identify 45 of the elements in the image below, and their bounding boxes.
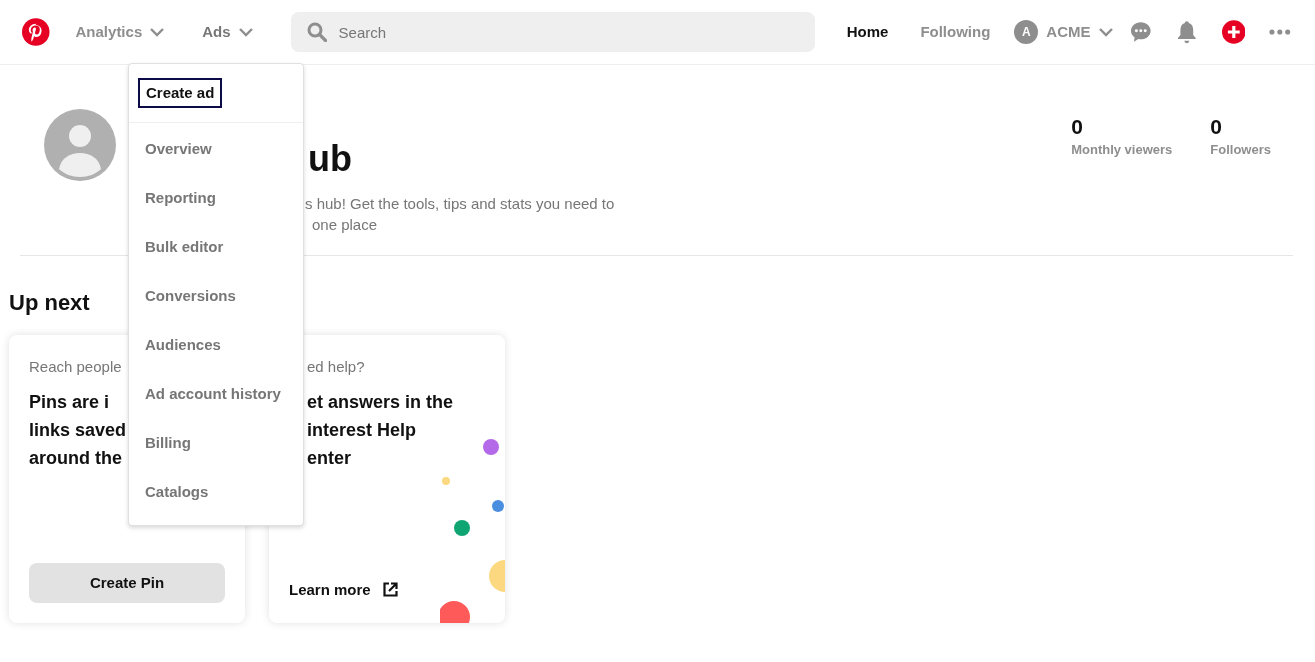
create-pin-button[interactable]: Create Pin bbox=[29, 563, 225, 603]
stat-value: 0 bbox=[1210, 114, 1223, 140]
page-title: ub bbox=[308, 137, 353, 181]
section-heading: Up next bbox=[9, 289, 90, 317]
menu-item[interactable]: Create ad bbox=[138, 77, 223, 109]
card-title: Pins are i bbox=[29, 391, 110, 414]
card-title: et answers in the bbox=[307, 391, 454, 414]
stat-label: Followers bbox=[1210, 141, 1271, 159]
more-icon[interactable] bbox=[1269, 29, 1291, 35]
chevron-down-icon bbox=[150, 27, 165, 37]
speech-bubble-icon[interactable] bbox=[1128, 20, 1153, 44]
menu-item[interactable]: Billing bbox=[143, 430, 193, 457]
stat-value: 0 bbox=[1071, 114, 1084, 140]
description-text: s hub! Get the tools, tips and stats you need to bbox=[305, 194, 615, 214]
menu-item[interactable]: Catalogs bbox=[143, 479, 211, 506]
avatar-icon bbox=[44, 109, 116, 181]
description-text: one place bbox=[312, 215, 379, 235]
chevron-down-icon bbox=[1098, 27, 1113, 37]
menu-item[interactable]: Overview bbox=[143, 136, 214, 163]
account-button[interactable]: A ACME bbox=[1014, 20, 1113, 44]
stat-label: Monthly viewers bbox=[1071, 141, 1173, 159]
card-title: around the bbox=[29, 447, 122, 470]
card-eyebrow: Reach people bbox=[29, 357, 122, 377]
search-field[interactable]: Search bbox=[290, 12, 815, 52]
search-icon bbox=[306, 22, 327, 42]
menu-item[interactable]: Reporting bbox=[143, 185, 218, 212]
card-title: interest Help bbox=[307, 419, 417, 442]
nav-menu-button[interactable]: Analytics bbox=[75, 20, 165, 44]
card-title: enter bbox=[307, 447, 351, 470]
nav-tab[interactable]: Following bbox=[920, 20, 991, 44]
pinterest-logo[interactable] bbox=[22, 18, 50, 46]
nav-tab[interactable]: Home bbox=[846, 20, 889, 44]
external-link-icon bbox=[382, 582, 398, 598]
bell-icon[interactable] bbox=[1176, 20, 1198, 44]
card-eyebrow: ed help? bbox=[307, 357, 365, 377]
add-icon[interactable] bbox=[1221, 20, 1246, 44]
menu-item[interactable]: Ad account history bbox=[143, 381, 283, 408]
chevron-down-icon bbox=[238, 27, 253, 37]
menu-item[interactable]: Bulk editor bbox=[143, 234, 226, 261]
account-avatar: A bbox=[1014, 20, 1039, 44]
menu-item[interactable]: Audiences bbox=[143, 332, 223, 359]
card-title: links saved bbox=[29, 419, 127, 442]
learn-more-link[interactable]: Learn more bbox=[289, 578, 485, 601]
nav-menu-button[interactable]: Ads bbox=[202, 20, 253, 44]
menu-item[interactable]: Conversions bbox=[143, 283, 238, 310]
